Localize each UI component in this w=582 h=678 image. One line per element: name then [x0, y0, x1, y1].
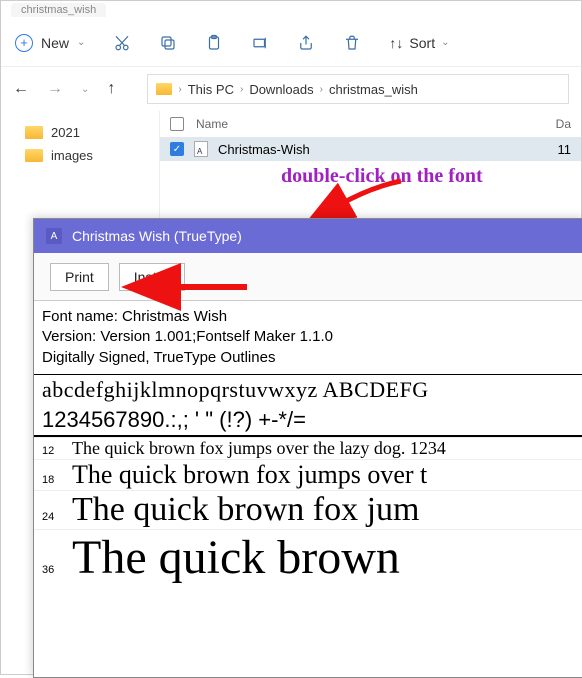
sort-icon: ↑↓	[389, 35, 403, 51]
sample-numbers: 1234567890.:,; ' " (!?) +-*/=	[34, 405, 582, 436]
delete-icon[interactable]	[343, 34, 361, 52]
window-title: Christmas Wish (TrueType)	[72, 228, 242, 244]
rename-icon[interactable]	[251, 34, 269, 52]
font-name-line: Font name: Christmas Wish	[42, 307, 576, 327]
folder-icon	[156, 83, 172, 95]
column-name[interactable]: Name	[196, 117, 544, 131]
back-button[interactable]: ←	[13, 80, 29, 98]
font-metadata: Font name: Christmas Wish Version: Versi…	[34, 301, 582, 375]
sort-button[interactable]: ↑↓ Sort ⌄	[389, 35, 449, 51]
sample-alphabet: abcdefghijklmnopqrstuvwxyz ABCDEFG	[34, 375, 582, 405]
window-tab-strip: christmas_wish	[1, 1, 581, 19]
breadcrumb-segment[interactable]: christmas_wish	[329, 82, 418, 97]
tree-item[interactable]: 2021	[7, 121, 153, 144]
chevron-down-icon: ⌄	[441, 37, 449, 48]
sample-line: 24 The quick brown fox jum	[34, 490, 582, 529]
new-button-label: New	[41, 35, 69, 51]
window-tab[interactable]: christmas_wish	[11, 3, 106, 17]
font-viewer-toolbar: Print Install	[34, 253, 582, 301]
sample-size: 18	[42, 474, 62, 486]
sample-line: 36 The quick brown	[34, 529, 582, 585]
chevron-right-icon: ›	[240, 84, 243, 95]
explorer-body: 2021 images Name Da ✓ Christmas-Wish 11	[1, 111, 581, 231]
navigation-row: ← → ⌄ ↑ › This PC › Downloads › christma…	[1, 67, 581, 111]
font-file-icon	[194, 141, 208, 157]
plus-icon: +	[15, 34, 33, 52]
file-list: Name Da ✓ Christmas-Wish 11	[159, 111, 581, 231]
font-signed-line: Digitally Signed, TrueType Outlines	[42, 348, 576, 368]
copy-icon[interactable]	[159, 34, 177, 52]
sort-label: Sort	[409, 35, 435, 51]
tree-item-label: images	[51, 148, 93, 163]
print-button[interactable]: Print	[50, 263, 109, 291]
folder-tree: 2021 images	[1, 111, 159, 231]
font-viewer-titlebar[interactable]: A Christmas Wish (TrueType)	[34, 219, 582, 253]
font-app-icon: A	[46, 228, 62, 244]
column-date[interactable]: Da	[556, 117, 571, 131]
row-checkbox[interactable]: ✓	[170, 142, 184, 156]
font-viewer-window: A Christmas Wish (TrueType) Print Instal…	[33, 218, 582, 678]
sample-text: The quick brown fox jumps over t	[72, 460, 427, 490]
new-button[interactable]: + New ⌄	[15, 34, 85, 52]
sample-size: 24	[42, 511, 62, 523]
sample-line: 12 The quick brown fox jumps over the la…	[34, 437, 582, 459]
sample-text: The quick brown fox jum	[72, 491, 420, 529]
chevron-down-icon: ⌄	[77, 37, 85, 48]
chevron-right-icon: ›	[178, 84, 181, 95]
file-name: Christmas-Wish	[218, 142, 548, 157]
chevron-right-icon: ›	[320, 84, 323, 95]
font-version-line: Version: Version 1.001;Fontself Maker 1.…	[42, 327, 576, 347]
install-button[interactable]: Install	[119, 263, 186, 291]
paste-icon[interactable]	[205, 34, 223, 52]
breadcrumb-segment[interactable]: This PC	[188, 82, 234, 97]
sample-text: The quick brown fox jumps over the lazy …	[72, 438, 446, 459]
sample-line: 18 The quick brown fox jumps over t	[34, 459, 582, 490]
tree-item[interactable]: images	[7, 144, 153, 167]
folder-icon	[25, 126, 43, 139]
folder-icon	[25, 149, 43, 162]
list-header: Name Da	[160, 111, 581, 137]
select-all-checkbox[interactable]	[170, 117, 184, 131]
sample-text: The quick brown	[72, 530, 400, 585]
breadcrumb-segment[interactable]: Downloads	[249, 82, 313, 97]
breadcrumb[interactable]: › This PC › Downloads › christmas_wish	[147, 74, 569, 104]
explorer-toolbar: + New ⌄ ↑↓ Sort ⌄	[1, 19, 581, 67]
tree-item-label: 2021	[51, 125, 80, 140]
cut-icon[interactable]	[113, 34, 131, 52]
forward-button[interactable]: →	[47, 80, 63, 98]
up-button[interactable]: ↑	[107, 80, 115, 98]
file-date: 11	[558, 142, 572, 157]
chevron-down-icon[interactable]: ⌄	[81, 84, 89, 95]
sample-size: 36	[42, 564, 62, 576]
sample-size: 12	[42, 445, 62, 457]
list-item[interactable]: ✓ Christmas-Wish 11	[160, 137, 581, 161]
share-icon[interactable]	[297, 34, 315, 52]
